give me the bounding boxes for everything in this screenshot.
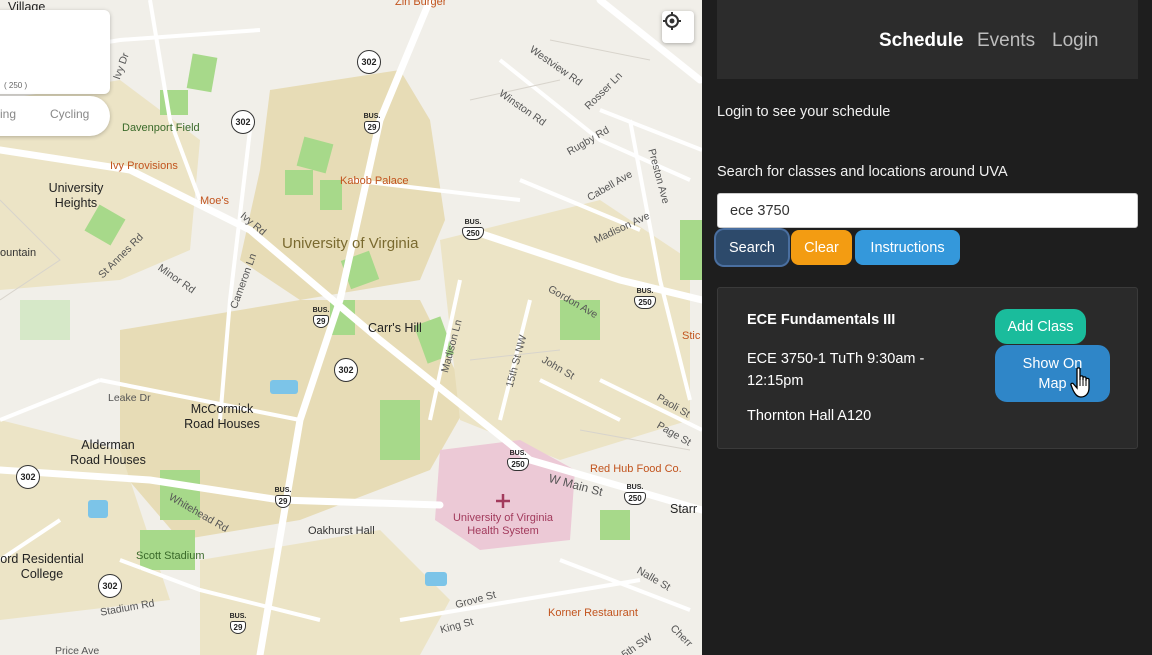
- crosshair-icon: [663, 12, 681, 30]
- route-302-shield: 302: [357, 50, 381, 74]
- map-label-university-heights: University Heights: [48, 181, 104, 210]
- street-price-ave: Price Ave: [55, 645, 100, 655]
- map-view[interactable]: Village Zin Burger Davenport Field Ivy P…: [0, 0, 702, 655]
- bus-route-29-shield: BUS. 29: [229, 612, 247, 634]
- directions-panel[interactable]: ( 250 ): [0, 10, 110, 94]
- nav-login[interactable]: Login: [1052, 30, 1099, 52]
- map-label-carrs-hill: Carr's Hill: [368, 321, 422, 335]
- bus-route-29-shield: BUS. 29: [274, 486, 292, 508]
- map-label-university-of-virginia: University of Virginia: [282, 235, 419, 252]
- tab-cycling[interactable]: Cycling: [50, 107, 89, 121]
- nav-events[interactable]: Events: [977, 30, 1035, 52]
- bus-route-29-shield: BUS. 29: [363, 112, 381, 134]
- map-label-uva-health-system: University of Virginia Health System: [452, 512, 554, 538]
- map-label-ountain: ountain: [0, 247, 37, 259]
- add-class-button[interactable]: Add Class: [995, 309, 1086, 344]
- map-poi-zin-burger: Zin Burger: [395, 0, 447, 8]
- course-location: Thornton Hall A120: [747, 408, 872, 424]
- map-poi-kabob-palace: Kabob Palace: [340, 175, 409, 187]
- map-label-mccormick-road-houses: McCormick Road Houses: [184, 402, 260, 431]
- clear-button[interactable]: Clear: [791, 230, 852, 265]
- map-label-scott-stadium: Scott Stadium: [136, 550, 205, 562]
- course-section: ECE 3750-1 TuTh 9:30am - 12:15pm: [747, 351, 925, 389]
- map-poi-ivy-provisions: Ivy Provisions: [110, 160, 178, 172]
- locate-button[interactable]: [662, 11, 694, 43]
- search-button[interactable]: Search: [716, 230, 788, 265]
- bus-route-250-shield: BUS. 250: [622, 481, 648, 507]
- map-label-alderman-road-houses: Alderman Road Houses: [70, 438, 146, 467]
- nav-schedule[interactable]: Schedule: [879, 30, 963, 52]
- map-label-residential-college: ord Residential College: [0, 552, 84, 581]
- map-label-oakhurst-hall: Oakhurst Hall: [308, 525, 375, 537]
- street-leake-dr: Leake Dr: [108, 392, 151, 404]
- course-title: ECE Fundamentals III: [747, 312, 896, 328]
- bus-route-29-shield: BUS. 29: [312, 306, 330, 328]
- route-302-shield: 302: [16, 465, 40, 489]
- bus-route-250-shield: BUS. 250: [632, 285, 658, 311]
- scale-label: ( 250 ): [4, 81, 28, 90]
- search-input[interactable]: [717, 193, 1138, 228]
- bus-route-250-shield: BUS. 250: [505, 447, 531, 473]
- map-label-starr: Starr: [670, 502, 698, 516]
- map-label-davenport-field: Davenport Field: [122, 122, 200, 134]
- app-root: Village Zin Burger Davenport Field Ivy P…: [0, 0, 1152, 655]
- login-message: Login to see your schedule: [717, 104, 891, 120]
- instructions-button[interactable]: Instructions: [855, 230, 960, 265]
- map-poi-korner-restaurant: Korner Restaurant: [548, 607, 638, 619]
- route-302-shield: 302: [334, 358, 358, 382]
- search-label: Search for classes and locations around …: [717, 164, 1008, 180]
- side-panel: Schedule Events Login Login to see your …: [702, 0, 1152, 655]
- route-302-shield: 302: [98, 574, 122, 598]
- tab-walking[interactable]: ing: [0, 107, 16, 121]
- route-302-shield: 302: [231, 110, 255, 134]
- hand-pointer-cursor-icon: [1070, 367, 1090, 398]
- map-poi-red-hub-food-co: Red Hub Food Co.: [590, 463, 682, 475]
- map-label-stic: Stic: [682, 330, 701, 342]
- bus-route-250-shield: BUS. 250: [460, 216, 486, 242]
- navbar: Schedule Events Login: [717, 0, 1138, 79]
- travel-mode-tabs[interactable]: ing Cycling: [0, 96, 110, 136]
- map-poi-moes: Moe's: [200, 195, 229, 207]
